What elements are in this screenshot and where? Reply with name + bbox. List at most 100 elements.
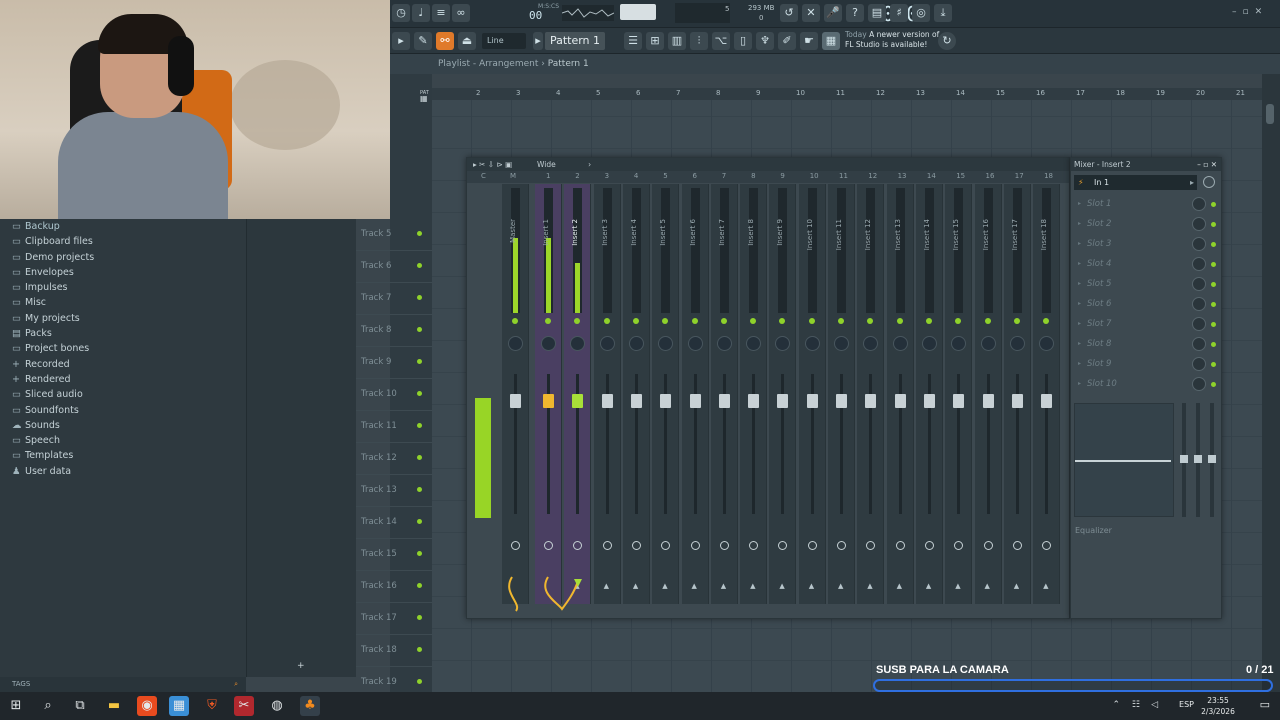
mute-led[interactable]	[779, 318, 786, 324]
browser-item[interactable]: + Recorded	[0, 357, 246, 372]
keyboard-language[interactable]: ESP	[1179, 700, 1194, 709]
master-volume-slider[interactable]	[620, 4, 656, 20]
track-header[interactable]: Track 5	[356, 219, 432, 251]
equalizer-graph[interactable]	[1074, 403, 1174, 517]
file-explorer-icon[interactable]: ▬	[104, 696, 124, 716]
stereo-toggle-icon[interactable]	[690, 541, 700, 550]
pan-knob[interactable]	[863, 336, 879, 351]
route-arrow-icon[interactable]: ▲	[1014, 582, 1019, 590]
slot-mix-knob[interactable]	[1192, 337, 1206, 351]
search-icon[interactable]: ⌕	[234, 677, 238, 692]
mixer-view-mode[interactable]: Wide	[537, 160, 556, 169]
browser-item[interactable]: ♟ User data	[0, 464, 246, 479]
volume-fader[interactable]	[718, 394, 730, 408]
track-mute-led[interactable]	[417, 423, 422, 428]
browser-item[interactable]: + Rendered	[0, 372, 246, 387]
stereo-toggle-icon[interactable]	[1012, 541, 1022, 550]
pan-knob[interactable]	[508, 336, 523, 351]
track-mute-led[interactable]	[417, 519, 422, 524]
volume-fader[interactable]	[923, 394, 935, 408]
mixer-strip[interactable]: Insert 5 ▲	[652, 184, 680, 604]
close-tools-icon[interactable]: ✕	[802, 4, 820, 22]
browser-item[interactable]: ▭ Speech	[0, 433, 246, 448]
stereo-toggle-icon[interactable]	[573, 541, 583, 550]
playlist-ruler[interactable]: 2 3 4 5 6 7 8 9 10 11 12 13 14 15 16 17 18 19 20 21	[432, 88, 1262, 100]
mute-led[interactable]	[662, 318, 669, 324]
track-mute-led[interactable]	[417, 487, 422, 492]
browser-item[interactable]: ▭ Clipboard files	[0, 234, 246, 249]
task-view-icon[interactable]: ⧉	[70, 696, 90, 716]
route-arrow-icon[interactable]: ▲	[604, 582, 609, 590]
eq-band-high-knob[interactable]	[1208, 455, 1216, 463]
volume-fader[interactable]	[865, 394, 877, 408]
mute-led[interactable]	[1043, 318, 1050, 324]
stereo-toggle-icon[interactable]	[954, 541, 964, 550]
store-icon[interactable]: ▦	[169, 696, 189, 716]
mixer-next-icon[interactable]: ›	[588, 160, 591, 169]
brave-icon[interactable]: ⛨	[202, 696, 222, 716]
mute-led[interactable]	[545, 318, 551, 324]
effect-slot[interactable]: ▸ Slot 5	[1075, 274, 1220, 294]
volume-fader[interactable]	[1041, 394, 1053, 408]
volume-fader[interactable]	[1011, 394, 1023, 408]
stereo-toggle-icon[interactable]	[807, 541, 817, 550]
browser-item[interactable]: ▭ Misc	[0, 295, 246, 310]
mixer-icon[interactable]: ⫶	[690, 32, 708, 50]
slot-enable-led[interactable]	[1211, 302, 1216, 307]
pan-knob[interactable]	[951, 336, 967, 351]
track-mute-led[interactable]	[417, 231, 422, 236]
capcut-icon[interactable]: ✂	[234, 696, 254, 716]
stereo-toggle-icon[interactable]	[719, 541, 729, 550]
stereo-toggle-icon[interactable]	[866, 541, 876, 550]
route-arrow-icon[interactable]: ▲	[985, 582, 990, 590]
track-header[interactable]: Track 16	[356, 571, 432, 603]
pan-knob[interactable]	[1009, 336, 1025, 351]
fl-studio-icon[interactable]: ♣	[300, 696, 320, 716]
stereo-toggle-icon[interactable]	[924, 541, 934, 550]
browser-item[interactable]: ▭ Impulses	[0, 280, 246, 295]
chat-icon[interactable]: ◎	[912, 4, 930, 22]
mixer-strip[interactable]: Insert 16 ▲	[974, 184, 1002, 604]
snap-select[interactable]: Line	[482, 33, 526, 49]
stereo-toggle-icon[interactable]	[661, 541, 671, 550]
volume-fader[interactable]	[660, 394, 672, 408]
route-arrow-icon[interactable]: ▲	[662, 582, 667, 590]
mixer-strip[interactable]: Insert 13 ▲	[886, 184, 914, 604]
eq-band-low-knob[interactable]	[1180, 455, 1188, 463]
stereo-toggle-icon[interactable]	[749, 541, 759, 550]
touch-icon[interactable]: ☛	[800, 32, 818, 50]
slot-expand-icon[interactable]: ▸	[1078, 334, 1081, 354]
mixer-view-icon[interactable]: ♯	[890, 4, 908, 22]
mixer-strip[interactable]: Insert 8 ▲	[740, 184, 768, 604]
effect-slot[interactable]: ▸ Slot 1	[1075, 194, 1220, 214]
effect-slot[interactable]: ▸ Slot 8	[1075, 334, 1220, 354]
route-arrow-icon[interactable]: ▲	[897, 582, 902, 590]
mute-led[interactable]	[720, 318, 727, 324]
mixer-strip[interactable]: Insert 12 ▲	[857, 184, 885, 604]
news-panel[interactable]: Today A newer version of FL Studio is av…	[845, 30, 940, 52]
volume-icon[interactable]: ◁	[1151, 700, 1158, 710]
route-arrow-icon[interactable]: ▲	[633, 582, 638, 590]
mute-led[interactable]	[691, 318, 698, 324]
track-header[interactable]: Track 6	[356, 251, 432, 283]
browser-item[interactable]: ▭ My projects	[0, 311, 246, 326]
scrollbar-thumb[interactable]	[1266, 104, 1274, 124]
stereo-toggle-icon[interactable]	[983, 541, 993, 550]
tools-icon[interactable]: ✐	[778, 32, 796, 50]
undo-icon[interactable]: ↺	[780, 4, 798, 22]
track-mute-led[interactable]	[417, 679, 422, 684]
stereo-toggle-icon[interactable]	[778, 541, 788, 550]
track-mute-led[interactable]	[417, 615, 422, 620]
track-mute-led[interactable]	[417, 391, 422, 396]
track-mute-led[interactable]	[417, 327, 422, 332]
effect-slot[interactable]: ▸ Slot 3	[1075, 234, 1220, 254]
input-selector[interactable]: ⚡ In 1 ▸	[1074, 175, 1197, 190]
pan-knob[interactable]	[716, 336, 732, 351]
volume-fader[interactable]	[748, 394, 760, 408]
mute-led[interactable]	[808, 318, 815, 324]
update-icon[interactable]: ↻	[938, 32, 956, 50]
route-arrow-icon[interactable]: ▲	[1043, 582, 1048, 590]
plugin-icon[interactable]: ♆	[756, 32, 774, 50]
route-arrow-icon[interactable]: ▲	[750, 582, 755, 590]
slot-enable-led[interactable]	[1211, 322, 1216, 327]
